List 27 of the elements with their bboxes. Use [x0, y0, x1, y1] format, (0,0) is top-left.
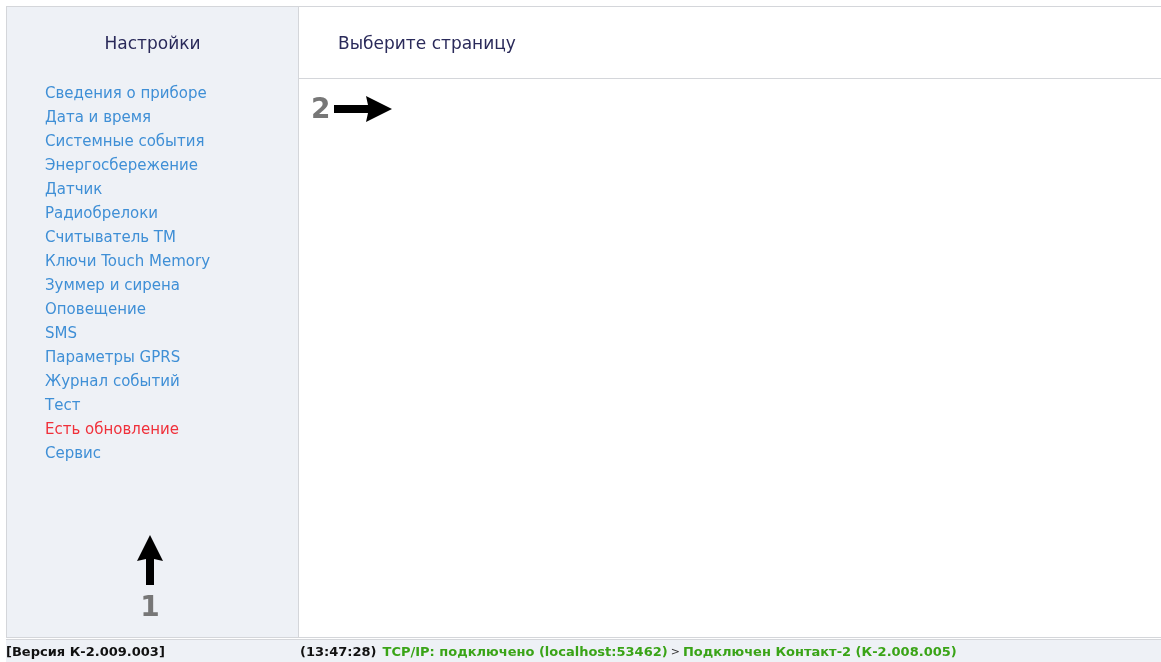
- sidebar-link[interactable]: Оповещение: [45, 297, 146, 321]
- device-status: Подключен Контакт-2 (К-2.008.005): [682, 644, 957, 659]
- sidebar-link[interactable]: SMS: [45, 321, 77, 345]
- sidebar-link[interactable]: Журнал событий: [45, 369, 180, 393]
- sidebar-link[interactable]: Датчик: [45, 177, 103, 201]
- sidebar-link[interactable]: Тест: [45, 393, 81, 417]
- callout-number: 1: [140, 593, 160, 621]
- sidebar-link[interactable]: Сервис: [45, 441, 102, 465]
- connection-status: TCP/IP: подключено (localhost:53462): [382, 644, 668, 659]
- page-title: Выберите страницу: [299, 7, 1161, 79]
- sidebar-link[interactable]: Есть обновление: [45, 417, 179, 441]
- callout-number: 2: [311, 95, 331, 123]
- sidebar-link[interactable]: Радиобрелоки: [45, 201, 159, 225]
- right-arrow-icon: [334, 96, 393, 122]
- version-text: [Версия К-2.009.003]: [6, 644, 166, 659]
- sidebar-link[interactable]: Дата и время: [45, 105, 152, 129]
- up-arrow-icon: [137, 535, 163, 585]
- time-text: (13:47:28): [300, 644, 377, 659]
- sidebar-title: Настройки: [103, 32, 202, 55]
- sidebar-link[interactable]: Системные события: [45, 129, 205, 153]
- separator-text: >: [670, 645, 680, 658]
- sidebar-link[interactable]: Энергосбережение: [45, 153, 199, 177]
- sidebar-link[interactable]: Считыватель ТМ: [45, 225, 176, 249]
- sidebar-link[interactable]: Сведения о приборе: [45, 81, 207, 105]
- sidebar-link[interactable]: Ключи Touch Memory: [45, 249, 211, 273]
- sidebar-link[interactable]: Зуммер и сирена: [45, 273, 180, 297]
- sidebar-link[interactable]: Параметры GPRS: [45, 345, 181, 369]
